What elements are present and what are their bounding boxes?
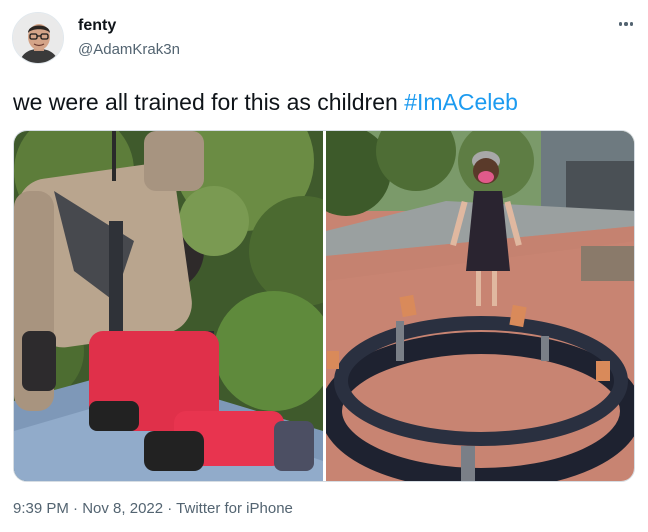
tweet-body: we were all trained for this as children — [13, 89, 405, 115]
tweet-date[interactable]: Nov 8, 2022 — [82, 500, 163, 517]
tweet-time[interactable]: 9:39 PM — [13, 500, 69, 517]
photo-worker-on-ledge[interactable] — [14, 131, 323, 481]
tweet-source[interactable]: Twitter for iPhone — [176, 500, 293, 517]
tweet-text: we were all trained for this as children… — [13, 89, 518, 116]
footer-separator: · — [163, 500, 177, 517]
avatar[interactable] — [12, 12, 64, 64]
tweet-footer: 9:39 PM · Nov 8, 2022 · Twitter for iPho… — [13, 500, 293, 517]
media-grid — [13, 130, 635, 482]
footer-separator: · — [68, 500, 83, 517]
photo-child-on-playground-ring[interactable] — [326, 131, 634, 481]
hashtag-link[interactable]: #ImACeleb — [404, 89, 518, 115]
more-horizontal-icon[interactable] — [614, 14, 638, 34]
tweet-card: fenty @AdamKrak3n we were all trained fo… — [0, 0, 648, 532]
user-handle[interactable]: @AdamKrak3n — [78, 41, 180, 58]
display-name[interactable]: fenty — [78, 17, 116, 35]
